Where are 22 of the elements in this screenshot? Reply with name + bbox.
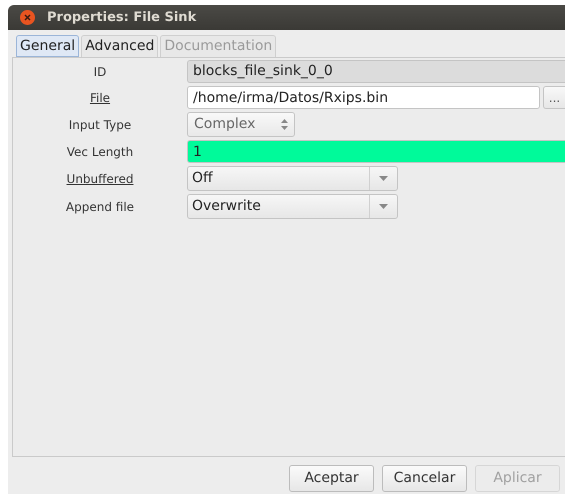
close-icon[interactable] <box>20 10 35 25</box>
file-path-field[interactable]: /home/irma/Datos/Rxips.bin <box>187 86 540 109</box>
field-label: Input Type <box>68 116 132 134</box>
dropdown-arrow-icon <box>379 204 388 209</box>
dropdown[interactable]: Overwrite <box>187 194 398 219</box>
dialog-button[interactable]: Cancelar <box>382 465 467 492</box>
field-label: Append file <box>66 198 134 216</box>
dropdown-arrow-icon <box>379 176 388 181</box>
window-title: Properties: File Sink <box>47 8 196 27</box>
browse-button[interactable]: ... <box>543 86 565 109</box>
input-type-selector[interactable]: Complex <box>187 112 295 137</box>
id-field[interactable]: blocks_file_sink_0_0 <box>187 60 565 83</box>
vec-length-field[interactable]: 1 <box>187 140 565 163</box>
field-label: Vec Length <box>66 144 134 160</box>
dropdown[interactable]: Off <box>187 166 398 191</box>
field-label: File <box>90 90 110 106</box>
field-label: ID <box>94 64 106 80</box>
field-label: Unbuffered <box>66 170 134 188</box>
dialog-button[interactable]: Aceptar <box>289 465 374 492</box>
up-down-arrows-icon <box>281 119 288 130</box>
tab[interactable]: General <box>16 35 80 57</box>
tab[interactable]: Advanced <box>81 35 158 57</box>
